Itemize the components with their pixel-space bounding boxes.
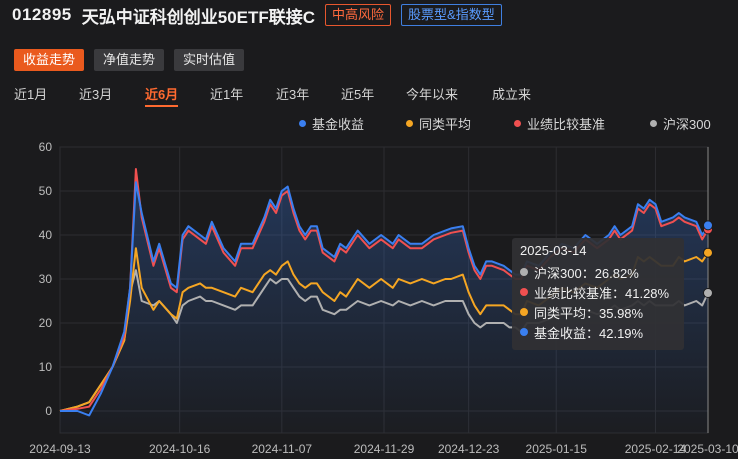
tooltip-row-category-average: 同类平均：35.98%	[520, 302, 676, 322]
x-tick-label: 2024-10-16	[149, 442, 211, 456]
tooltip-value-category-average: 同类平均：35.98%	[534, 305, 644, 321]
y-tick-label: 10	[39, 360, 53, 374]
tooltip-value-fund: 基金收益：42.19%	[534, 325, 644, 341]
x-tick-label: 2024-11-07	[252, 442, 313, 456]
tooltip-dot-icon	[520, 328, 528, 336]
x-tick-label: 2025-01-15	[526, 442, 588, 456]
y-tick-label: 0	[45, 404, 52, 418]
y-tick-label: 60	[39, 140, 53, 154]
tooltip-value-csi300: 沪深300：26.82%	[534, 265, 639, 281]
marker-fund	[703, 220, 713, 231]
tooltip-row-fund: 基金收益：42.19%	[520, 322, 676, 342]
tooltip-row-csi300: 沪深300：26.82%	[520, 262, 676, 282]
tooltip-date: 2025-03-14	[520, 243, 587, 258]
marker-csi300	[703, 287, 713, 298]
tooltip-row-benchmark: 业绩比较基准：41.28%	[520, 282, 676, 302]
data-tooltip: 2025-03-14 沪深300：26.82% 业绩比较基准：41.28% 同类…	[512, 238, 684, 350]
tooltip-dot-icon	[520, 288, 528, 296]
x-tick-label: 2024-11-29	[354, 442, 415, 456]
x-tick-label: 2024-12-23	[438, 442, 500, 456]
marker-category-average	[703, 247, 713, 258]
y-tick-label: 50	[39, 184, 53, 198]
tooltip-dot-icon	[520, 268, 528, 276]
y-tick-label: 40	[39, 228, 53, 242]
tooltip-dot-icon	[520, 308, 528, 316]
tooltip-value-benchmark: 业绩比较基准：41.28%	[534, 285, 670, 301]
x-tick-label: 2024-09-13	[29, 442, 91, 456]
y-tick-label: 30	[39, 272, 53, 286]
y-tick-label: 20	[39, 316, 53, 330]
x-tick-label: 2025-03-10	[677, 442, 738, 456]
return-trend-chart[interactable]: 60 50 40 30 20 10 0 2024-09-13 2024-10-16 2024-11…	[0, 0, 738, 459]
